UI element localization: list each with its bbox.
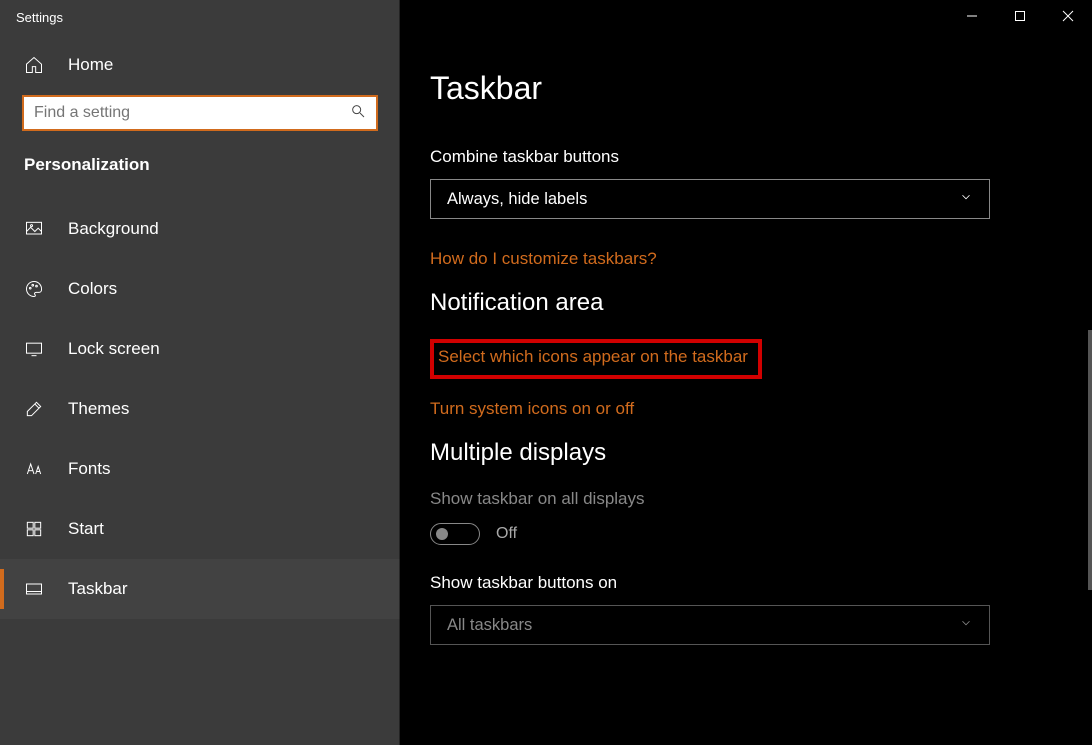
page: Taskbar Combine taskbar buttons Always, … bbox=[400, 0, 1092, 645]
nav-item-lockscreen[interactable]: Lock screen bbox=[0, 319, 400, 379]
link-system-icons[interactable]: Turn system icons on or off bbox=[430, 399, 1062, 419]
toggle-knob bbox=[436, 528, 448, 540]
taskbar-buttons-on-label: Show taskbar buttons on bbox=[430, 573, 1062, 593]
main: Taskbar Combine taskbar buttons Always, … bbox=[400, 0, 1092, 745]
search-input[interactable] bbox=[34, 104, 350, 122]
image-icon bbox=[24, 219, 44, 239]
link-select-icons[interactable]: Select which icons appear on the taskbar bbox=[430, 339, 762, 379]
taskbar-buttons-on-value: All taskbars bbox=[447, 616, 532, 635]
combine-dropdown[interactable]: Always, hide labels bbox=[430, 179, 990, 219]
home-label: Home bbox=[68, 55, 113, 75]
themes-icon bbox=[24, 399, 44, 419]
maximize-button[interactable] bbox=[996, 0, 1044, 32]
search-box[interactable] bbox=[22, 95, 378, 131]
fonts-icon bbox=[24, 459, 44, 479]
nav-item-label: Lock screen bbox=[68, 339, 160, 359]
nav-item-colors[interactable]: Colors bbox=[0, 259, 400, 319]
nav-item-fonts[interactable]: Fonts bbox=[0, 439, 400, 499]
nav-item-label: Fonts bbox=[68, 459, 111, 479]
nav-item-label: Themes bbox=[68, 399, 129, 419]
window-controls bbox=[948, 0, 1092, 32]
chevron-down-icon bbox=[959, 190, 973, 209]
close-button[interactable] bbox=[1044, 0, 1092, 32]
scrollbar[interactable] bbox=[1088, 330, 1092, 590]
nav-item-taskbar[interactable]: Taskbar bbox=[0, 559, 400, 619]
lockscreen-icon bbox=[24, 339, 44, 359]
window-title: Settings bbox=[0, 0, 400, 35]
search-container bbox=[0, 95, 400, 131]
search-icon bbox=[350, 103, 366, 124]
combine-label: Combine taskbar buttons bbox=[430, 147, 1062, 167]
link-customize-taskbars[interactable]: How do I customize taskbars? bbox=[430, 249, 1062, 269]
taskbar-buttons-on-dropdown[interactable]: All taskbars bbox=[430, 605, 990, 645]
start-icon bbox=[24, 519, 44, 539]
nav-item-label: Colors bbox=[68, 279, 117, 299]
nav: Background Colors Lock screen Themes Fon bbox=[0, 199, 400, 619]
toggle-track bbox=[430, 523, 480, 545]
palette-icon bbox=[24, 279, 44, 299]
nav-item-themes[interactable]: Themes bbox=[0, 379, 400, 439]
nav-item-background[interactable]: Background bbox=[0, 199, 400, 259]
nav-item-label: Start bbox=[68, 519, 104, 539]
home-icon bbox=[24, 55, 44, 75]
home-link[interactable]: Home bbox=[0, 35, 400, 95]
combine-value: Always, hide labels bbox=[447, 190, 587, 209]
section-multiple-displays: Multiple displays bbox=[430, 439, 1062, 467]
taskbar-icon bbox=[24, 579, 44, 599]
toggle-all-displays-label: Show taskbar on all displays bbox=[430, 489, 1062, 509]
category-title: Personalization bbox=[0, 131, 400, 187]
sidebar: Settings Home Personalization Background bbox=[0, 0, 400, 745]
toggle-all-displays[interactable]: Off bbox=[430, 523, 1062, 545]
nav-item-label: Background bbox=[68, 219, 159, 239]
chevron-down-icon bbox=[959, 616, 973, 635]
window-title-text: Settings bbox=[16, 10, 63, 25]
page-title: Taskbar bbox=[430, 70, 1062, 107]
toggle-state-label: Off bbox=[496, 525, 517, 543]
nav-item-label: Taskbar bbox=[68, 579, 128, 599]
minimize-button[interactable] bbox=[948, 0, 996, 32]
nav-item-start[interactable]: Start bbox=[0, 499, 400, 559]
section-notification-area: Notification area bbox=[430, 289, 1062, 317]
